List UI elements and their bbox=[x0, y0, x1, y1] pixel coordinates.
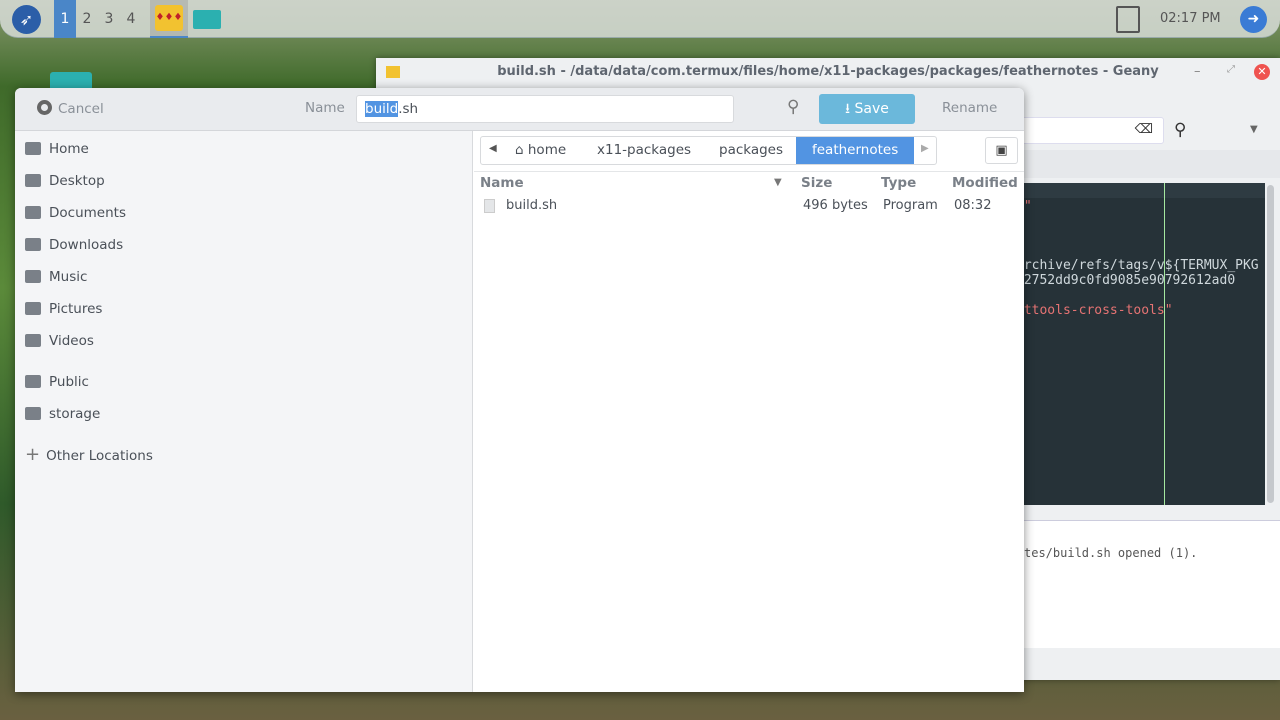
editor-scrollbar[interactable] bbox=[1267, 185, 1274, 503]
sidebar-item-other-locations[interactable]: + Other Locations bbox=[25, 441, 153, 469]
workspace-1[interactable]: 1 bbox=[54, 0, 76, 38]
sidebar-item-documents[interactable]: Documents bbox=[25, 199, 126, 227]
workspace-4[interactable]: 4 bbox=[120, 0, 142, 38]
sidebar-item-pictures[interactable]: Pictures bbox=[25, 295, 102, 323]
file-name: build.sh bbox=[506, 198, 558, 213]
crumb-feathernotes[interactable]: feathernotes bbox=[796, 137, 915, 164]
dialog-header: Cancel Name build.sh ⚲ ⭳ Save Rename bbox=[15, 88, 1024, 131]
desktop-icon bbox=[25, 174, 41, 187]
video-icon bbox=[25, 334, 41, 347]
maximize-button[interactable]: ⤢ bbox=[1227, 64, 1235, 75]
search-icon[interactable]: ⚲ bbox=[787, 97, 799, 117]
sidebar-item-music[interactable]: Music bbox=[25, 263, 87, 291]
workspace-3[interactable]: 3 bbox=[98, 0, 120, 38]
folder-icon bbox=[25, 375, 41, 388]
app-menu-icon[interactable]: ➶ bbox=[12, 5, 41, 34]
file-size: 496 bytes bbox=[803, 198, 868, 213]
folder-icon bbox=[25, 407, 41, 420]
places-sidebar: Home Desktop Documents Downloads Music P… bbox=[15, 131, 473, 692]
code-line: archive/refs/tags/v${TERMUX_PKG bbox=[1024, 258, 1259, 273]
top-panel: ➶ 1 2 3 4 ♦♦♦ 02:17 PM ➜ bbox=[0, 0, 1280, 38]
cancel-button[interactable]: Cancel bbox=[37, 100, 104, 117]
clear-icon[interactable]: ⌫ bbox=[1135, 122, 1153, 137]
dropdown-icon[interactable]: ▼ bbox=[1250, 124, 1258, 135]
minimize-button[interactable]: – bbox=[1194, 64, 1201, 79]
path-scroll-left[interactable]: ◀ bbox=[489, 143, 497, 154]
crumb-home[interactable]: ⌂ home bbox=[499, 137, 582, 164]
save-button[interactable]: ⭳ Save bbox=[819, 94, 915, 124]
code-line: qttools-cross-tools" bbox=[1024, 303, 1173, 318]
clipboard-icon[interactable] bbox=[1116, 6, 1140, 33]
sort-indicator-icon: ▼ bbox=[774, 177, 782, 188]
code-editor[interactable]: / o" archive/refs/tags/v${TERMUX_PKG a27… bbox=[1024, 183, 1265, 505]
file-type: Program bbox=[883, 198, 938, 213]
music-icon bbox=[25, 270, 41, 283]
close-button[interactable]: ✕ bbox=[1254, 64, 1270, 80]
search-field[interactable]: ⌫ bbox=[1016, 117, 1164, 144]
filename-input[interactable]: build.sh bbox=[356, 95, 734, 123]
sidebar-item-public[interactable]: Public bbox=[25, 368, 89, 396]
sidebar-item-downloads[interactable]: Downloads bbox=[25, 231, 123, 259]
download-icon bbox=[25, 238, 41, 251]
clock[interactable]: 02:17 PM bbox=[1160, 11, 1221, 26]
sidebar-item-videos[interactable]: Videos bbox=[25, 327, 94, 355]
workspace-2[interactable]: 2 bbox=[76, 0, 98, 38]
geany-taskbar-icon[interactable]: ♦♦♦ bbox=[150, 0, 188, 38]
message-window bbox=[1024, 520, 1280, 648]
script-file-icon bbox=[484, 199, 495, 213]
cancel-icon bbox=[37, 100, 52, 115]
home-icon bbox=[25, 142, 41, 155]
document-icon bbox=[25, 206, 41, 219]
crumb-packages[interactable]: packages bbox=[703, 137, 799, 164]
column-size[interactable]: Size bbox=[801, 175, 832, 191]
rename-button[interactable]: Rename bbox=[942, 100, 997, 116]
home-icon: ⌂ bbox=[515, 142, 528, 158]
crumb-x11-packages[interactable]: x11-packages bbox=[581, 137, 707, 164]
picture-icon bbox=[25, 302, 41, 315]
path-scroll-right[interactable]: ▶ bbox=[921, 143, 929, 154]
window-title: build.sh - /data/data/com.termux/files/h… bbox=[497, 64, 1159, 79]
sidebar-item-home[interactable]: Home bbox=[25, 135, 89, 163]
plus-icon: + bbox=[25, 444, 41, 465]
search-icon[interactable]: ⚲ bbox=[1174, 120, 1186, 140]
name-label: Name bbox=[305, 100, 345, 116]
code-line: a2752dd9c0fd9085e90792612ad0 bbox=[1024, 273, 1236, 288]
new-folder-button[interactable]: ▣ bbox=[985, 137, 1018, 164]
folder-taskbar-icon[interactable] bbox=[193, 10, 221, 29]
message-text: tes/build.sh opened (1). bbox=[1024, 546, 1198, 560]
sidebar-item-storage[interactable]: storage bbox=[25, 400, 100, 428]
path-bar: ◀ ⌂ home x11-packages packages featherno… bbox=[480, 136, 937, 165]
logout-icon[interactable]: ➜ bbox=[1240, 6, 1267, 33]
column-modified[interactable]: Modified bbox=[952, 175, 1018, 191]
save-file-dialog: Cancel Name build.sh ⚲ ⭳ Save Rename Hom… bbox=[15, 88, 1024, 692]
column-name[interactable]: Name bbox=[480, 175, 524, 191]
code-line: o" bbox=[1024, 199, 1032, 214]
column-type[interactable]: Type bbox=[881, 175, 916, 191]
notebook-tabs bbox=[1024, 150, 1280, 178]
file-modified: 08:32 bbox=[954, 198, 992, 213]
file-row[interactable]: build.sh 496 bytes Program 08:32 bbox=[474, 194, 1024, 218]
sidebar-item-desktop[interactable]: Desktop bbox=[25, 167, 105, 195]
